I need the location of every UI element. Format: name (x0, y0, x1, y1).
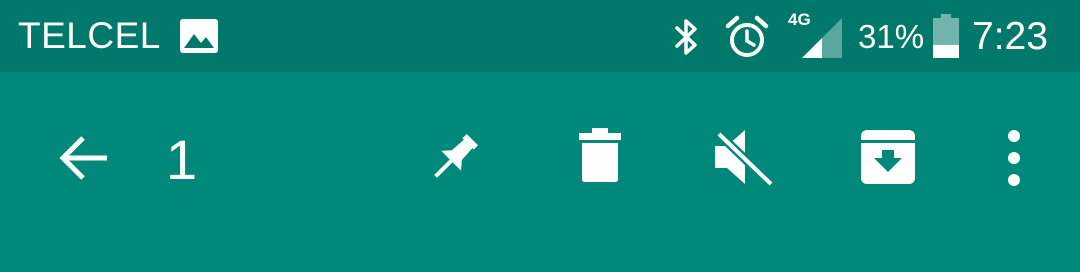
pin-icon[interactable] (426, 128, 482, 188)
alarm-icon (725, 15, 769, 57)
status-bar: TELCEL 4G 31% 7:23 (0, 0, 1080, 72)
archive-icon[interactable] (860, 130, 916, 184)
selected-count: 1 (166, 128, 198, 191)
image-icon (180, 19, 218, 53)
selection-action-bar: 1 (0, 72, 1080, 272)
more-vert-icon[interactable] (1000, 130, 1028, 186)
battery-icon (933, 14, 959, 58)
back-arrow-icon[interactable] (56, 130, 112, 186)
mute-icon[interactable] (713, 128, 775, 188)
clock: 7:23 (972, 15, 1048, 58)
delete-icon[interactable] (576, 128, 624, 184)
bluetooth-icon (675, 19, 697, 55)
signal-icon (802, 18, 842, 58)
carrier-name: TELCEL (18, 15, 161, 56)
battery-percent: 31% (858, 18, 925, 55)
